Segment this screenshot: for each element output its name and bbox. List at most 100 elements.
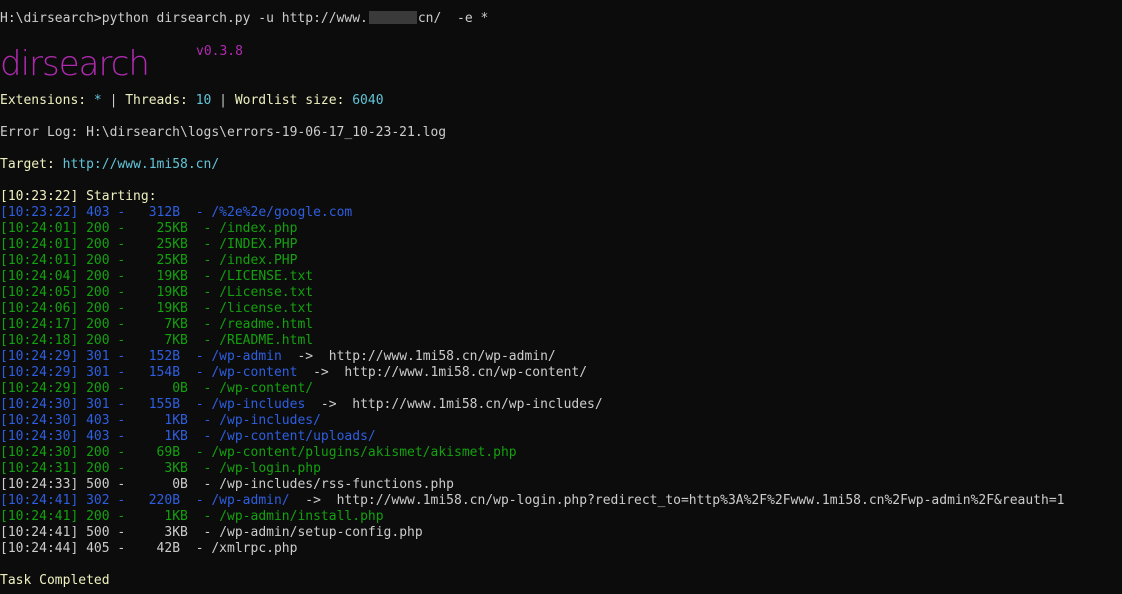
result-row: [10:24:33] 500 - 0B - /wp-includes/rss-f… (0, 477, 454, 492)
redacted-domain-block (368, 11, 417, 24)
result-path: /readme.html (219, 317, 314, 332)
result-path: /README.html (219, 333, 314, 348)
result-row: [10:24:06] 200 - 19KB - /license.txt (0, 301, 314, 316)
result-redirect: http://www.1mi58.cn/wp-content/ (344, 365, 588, 380)
result-row: [10:24:41] 500 - 3KB - /wp-admin/setup-c… (0, 525, 423, 540)
result-redirect: http://www.1mi58.cn/wp-login.php?redirec… (336, 493, 1065, 508)
result-size: 19KB (140, 285, 188, 300)
result-time: [10:24:01] (0, 221, 79, 236)
result-status: 200 (86, 253, 110, 268)
result-path: /wp-content/plugins/akismet/akismet.php (211, 445, 517, 460)
result-status: 200 (86, 461, 110, 476)
result-size: 1KB (140, 509, 188, 524)
result-size: 155B (140, 397, 181, 412)
result-path: /wp-includes/rss-functions.php (219, 477, 454, 492)
result-path: /%2e%2e/google.com (211, 205, 353, 220)
result-path: /wp-content/uploads/ (219, 429, 376, 444)
result-status: 200 (86, 301, 110, 316)
result-path: /wp-admin/setup-config.php (219, 525, 423, 540)
result-path: /wp-login.php (219, 461, 321, 476)
result-path: /LICENSE.txt (219, 269, 314, 284)
result-redirect: http://www.1mi58.cn/wp-admin/ (328, 349, 556, 364)
result-path: /wp-includes/ (219, 413, 321, 428)
separator: | (101, 93, 126, 108)
result-time: [10:24:30] (0, 429, 79, 444)
result-size: 25KB (140, 253, 188, 268)
result-path: /wp-admin/ (211, 493, 290, 508)
result-status: 403 (86, 429, 110, 444)
result-path: /wp-includes (211, 397, 306, 412)
result-time: [10:24:41] (0, 525, 79, 540)
result-time: [10:24:30] (0, 397, 79, 412)
result-row: [10:24:29] 301 - 154B - /wp-content -> h… (0, 365, 588, 380)
result-row: [10:24:04] 200 - 19KB - /LICENSE.txt (0, 269, 314, 284)
result-time: [10:24:18] (0, 333, 79, 348)
result-status: 200 (86, 269, 110, 284)
terminal-window[interactable]: H:\dirsearch>python dirsearch.py -u http… (0, 0, 1122, 594)
result-size: 69B (140, 445, 181, 460)
result-size: 25KB (140, 237, 188, 252)
result-status: 200 (86, 285, 110, 300)
version-label: v0.3.8 (196, 44, 243, 59)
result-row: [10:24:31] 200 - 3KB - /wp-login.php (0, 461, 321, 476)
result-row: [10:24:41] 200 - 1KB - /wp-admin/install… (0, 509, 384, 524)
result-time: [10:24:06] (0, 301, 79, 316)
result-time: [10:24:01] (0, 237, 79, 252)
dirsearch-logo: dirsearch (0, 44, 150, 82)
result-time: [10:24:29] (0, 381, 79, 396)
result-size: 19KB (140, 269, 188, 284)
result-time: [10:24:17] (0, 317, 79, 332)
result-time: [10:24:44] (0, 541, 79, 556)
result-status: 200 (86, 445, 110, 460)
result-time: [10:24:41] (0, 509, 79, 524)
target-label: Target: (0, 157, 63, 172)
error-log-line: Error Log: H:\dirsearch\logs\errors-19-0… (0, 125, 447, 140)
result-time: [10:24:41] (0, 493, 79, 508)
result-size: 220B (140, 493, 181, 508)
scan-info-line: Extensions: * | Threads: 10 | Wordlist s… (0, 93, 384, 109)
result-status: 200 (86, 509, 110, 524)
result-path: /license.txt (219, 301, 314, 316)
result-time: [10:24:29] (0, 365, 79, 380)
result-time: [10:23:22] (0, 205, 79, 220)
command-text-tail: cn/ -e * (417, 11, 489, 26)
result-path: /index.php (219, 221, 298, 236)
result-path: /INDEX.PHP (219, 237, 298, 252)
result-size: 1KB (140, 429, 188, 444)
result-redirect: http://www.1mi58.cn/wp-includes/ (352, 397, 603, 412)
result-status: 200 (86, 221, 110, 236)
wordlist-value: 6040 (352, 93, 384, 108)
command-text: H:\dirsearch>python dirsearch.py -u http… (0, 11, 368, 26)
result-row: [10:24:01] 200 - 25KB - /index.php (0, 221, 298, 236)
result-path: /License.txt (219, 285, 314, 300)
result-path: /index.PHP (219, 253, 298, 268)
result-row: [10:24:30] 200 - 69B - /wp-content/plugi… (0, 445, 517, 460)
result-status: 301 (86, 349, 110, 364)
result-time: [10:24:29] (0, 349, 79, 364)
result-status: 500 (86, 477, 110, 492)
result-status: 405 (86, 541, 110, 556)
result-size: 7KB (140, 333, 188, 348)
result-row: [10:24:30] 403 - 1KB - /wp-includes/ (0, 413, 321, 428)
result-row: [10:24:17] 200 - 7KB - /readme.html (0, 317, 314, 332)
result-row: [10:24:29] 301 - 152B - /wp-admin -> htt… (0, 349, 556, 364)
result-status: 200 (86, 333, 110, 348)
threads-label: Threads: (125, 93, 196, 108)
result-status: 200 (86, 237, 110, 252)
result-size: 312B (140, 205, 181, 220)
result-size: 3KB (140, 525, 188, 540)
result-size: 19KB (140, 301, 188, 316)
result-time: [10:24:05] (0, 285, 79, 300)
result-size: 1KB (140, 413, 188, 428)
wordlist-label: Wordlist size: (234, 93, 353, 108)
result-size: 3KB (140, 461, 188, 476)
command-prompt-line: H:\dirsearch>python dirsearch.py -u http… (0, 11, 488, 27)
result-row: [10:23:22] 403 - 312B - /%2e%2e/google.c… (0, 205, 353, 220)
result-time: [10:24:33] (0, 477, 79, 492)
task-completed-line: Task Completed (0, 573, 110, 588)
result-time: [10:24:30] (0, 413, 79, 428)
starting-line: [10:23:22] Starting: (0, 189, 157, 204)
result-size: 152B (140, 349, 181, 364)
result-time: [10:24:31] (0, 461, 79, 476)
result-status: 403 (86, 205, 110, 220)
